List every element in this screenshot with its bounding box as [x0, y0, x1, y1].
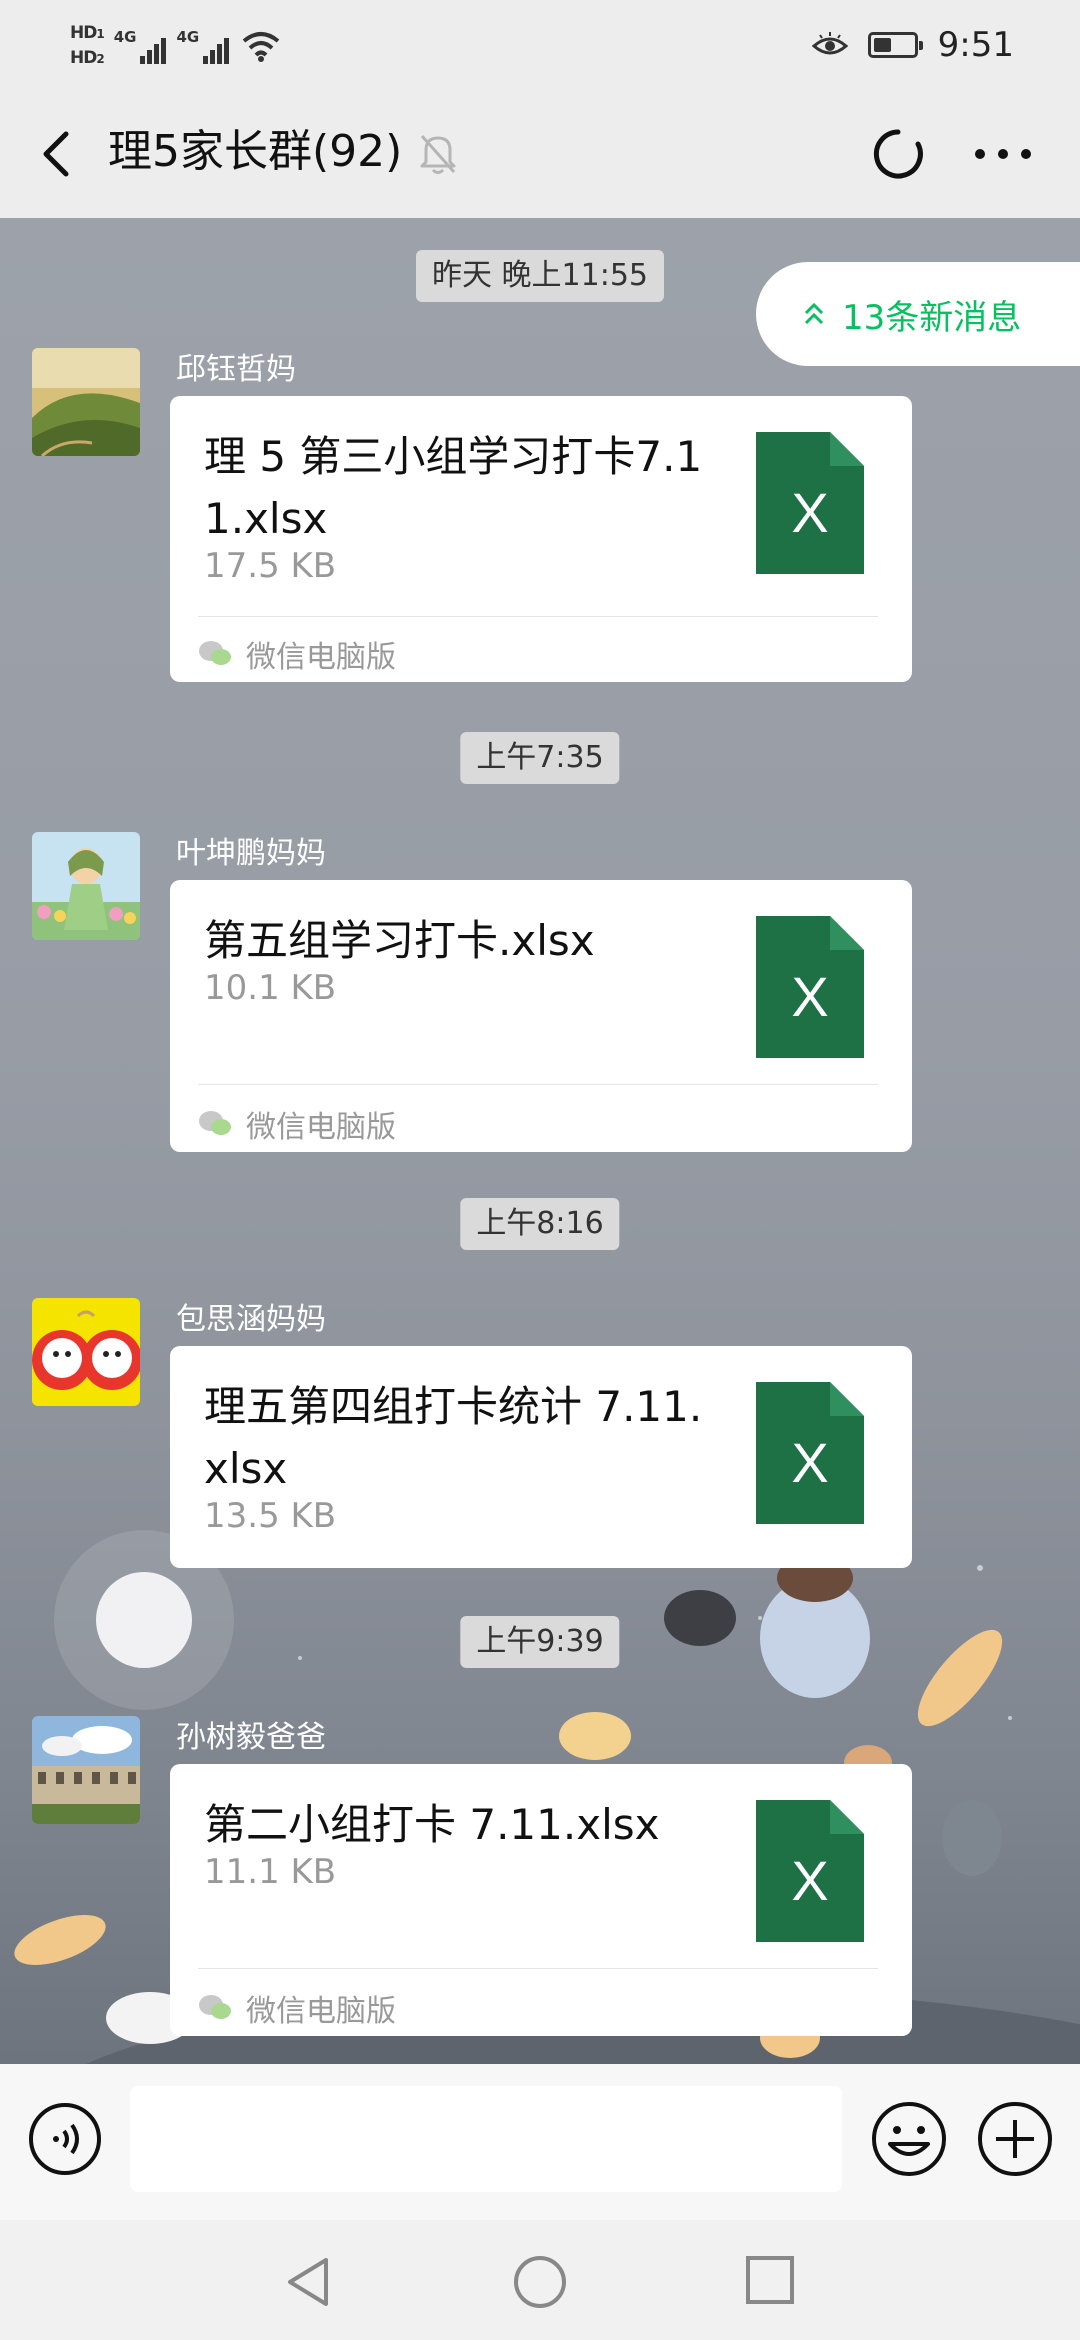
file-message-card[interactable]: 理 5 第三小组学习打卡7.11.xlsx 17.5 KB X 微信电脑版: [170, 396, 912, 682]
avatar[interactable]: [32, 832, 140, 940]
new-messages-label: 13条新消息: [842, 297, 1022, 338]
system-back-icon[interactable]: [282, 2254, 338, 2310]
eye-comfort-icon: [811, 32, 848, 55]
file-size: 13.5 KB: [204, 1496, 337, 1536]
sender-name: 包思涵妈妈: [176, 1302, 326, 1337]
source-label: 微信电脑版: [246, 1110, 396, 1145]
voice-input-icon[interactable]: [28, 2102, 102, 2176]
file-name: 第五组学习打卡.xlsx: [204, 916, 595, 965]
timestamp-4: 上午9:39: [460, 1616, 620, 1668]
new-messages-button[interactable]: 13条新消息: [756, 262, 1080, 366]
file-name: 第二小组打卡 7.11.xlsx: [204, 1800, 660, 1849]
file-name: 理五第四组打卡统计 7.11.xlsx: [204, 1382, 703, 1493]
excel-file-icon: X: [756, 1800, 864, 1942]
excel-icon-letter: X: [791, 965, 828, 1028]
system-recent-apps-icon[interactable]: [744, 2254, 796, 2306]
timestamp-1: 昨天 晚上11:55: [416, 250, 664, 302]
excel-file-icon: X: [756, 432, 864, 574]
sender-name: 叶坤鹏妈妈: [176, 836, 326, 871]
file-size: 17.5 KB: [204, 546, 337, 586]
status-left: HD1 HD2 4G 4G: [70, 16, 281, 76]
timestamp-2: 上午7:35: [460, 732, 620, 784]
timestamp-3: 上午8:16: [460, 1198, 620, 1250]
card-divider: [198, 1084, 878, 1085]
hd1-sub: 1: [96, 27, 104, 41]
wechat-pc-icon: [199, 1111, 231, 1135]
system-home-icon[interactable]: [510, 2252, 570, 2312]
status-bar: HD1 HD2 4G 4G 9:51: [0, 0, 1080, 90]
sender-name: 邱钰哲妈: [176, 352, 296, 387]
battery-icon: [867, 32, 923, 58]
wechat-pc-icon: [199, 641, 231, 665]
file-message-card[interactable]: 理五第四组打卡统计 7.11.xlsx 13.5 KB X: [170, 1346, 912, 1568]
card-divider: [198, 1968, 878, 1969]
double-chevron-up-icon: [804, 302, 824, 325]
sender-name: 孙树毅爸爸: [176, 1720, 326, 1755]
avatar[interactable]: [32, 1298, 140, 1406]
emoji-icon[interactable]: [870, 2100, 948, 2178]
card-footer: 微信电脑版: [198, 632, 396, 676]
chat-area[interactable]: 昨天 晚上11:55 13条新消息 邱钰哲妈 理 5 第三小组学习打卡7.11.…: [0, 218, 1080, 2064]
hd1-label: HD: [70, 23, 97, 43]
file-size: 10.1 KB: [204, 968, 337, 1008]
card-footer: 微信电脑版: [198, 1102, 396, 1146]
hd2-label: HD: [70, 48, 97, 68]
file-message-card[interactable]: 第二小组打卡 7.11.xlsx 11.1 KB X 微信电脑版: [170, 1764, 912, 2036]
excel-file-icon: X: [756, 1382, 864, 1524]
hd2-sub: 2: [96, 52, 104, 66]
battery-fill: [873, 38, 891, 52]
source-label: 微信电脑版: [246, 1994, 396, 2029]
mute-bell-icon: [420, 135, 456, 174]
more-options-icon[interactable]: [970, 124, 1036, 184]
source-label: 微信电脑版: [246, 640, 396, 675]
file-message-card[interactable]: 第五组学习打卡.xlsx 10.1 KB X 微信电脑版: [170, 880, 912, 1152]
system-navigation-bar: [0, 2220, 1080, 2340]
file-size: 11.1 KB: [204, 1852, 337, 1892]
status-time: 9:51: [937, 25, 1014, 65]
chat-header: 理5家长群(92): [0, 90, 1080, 219]
message-input[interactable]: [130, 2086, 842, 2192]
excel-file-icon: X: [756, 916, 864, 1058]
hd1-indicator: HD1: [70, 23, 105, 44]
wifi-icon: [242, 32, 280, 62]
card-divider: [198, 616, 878, 617]
plus-icon[interactable]: [976, 2100, 1054, 2178]
card-footer: 微信电脑版: [198, 1986, 396, 2030]
avatar[interactable]: [32, 1716, 140, 1824]
back-arrow-icon[interactable]: [30, 124, 90, 184]
file-name: 理 5 第三小组学习打卡7.11.xlsx: [204, 432, 703, 543]
status-right: 9:51: [811, 20, 1014, 70]
excel-icon-letter: X: [791, 481, 828, 544]
input-bar: [0, 2064, 1080, 2220]
excel-icon-letter: X: [791, 1849, 828, 1912]
excel-icon-letter: X: [791, 1431, 828, 1494]
refresh-icon[interactable]: [868, 124, 928, 184]
signal2-icon: 4G: [176, 28, 230, 64]
hd2-indicator: HD2: [70, 48, 105, 69]
net1-label: 4G: [113, 28, 137, 46]
avatar[interactable]: [32, 348, 140, 456]
wechat-pc-icon: [199, 1995, 231, 2019]
chat-title: 理5家长群(92): [108, 126, 403, 177]
net2-label: 4G: [176, 28, 200, 46]
signal1-icon: 4G: [114, 28, 167, 64]
hd-indicators: HD1 HD2: [70, 23, 105, 69]
